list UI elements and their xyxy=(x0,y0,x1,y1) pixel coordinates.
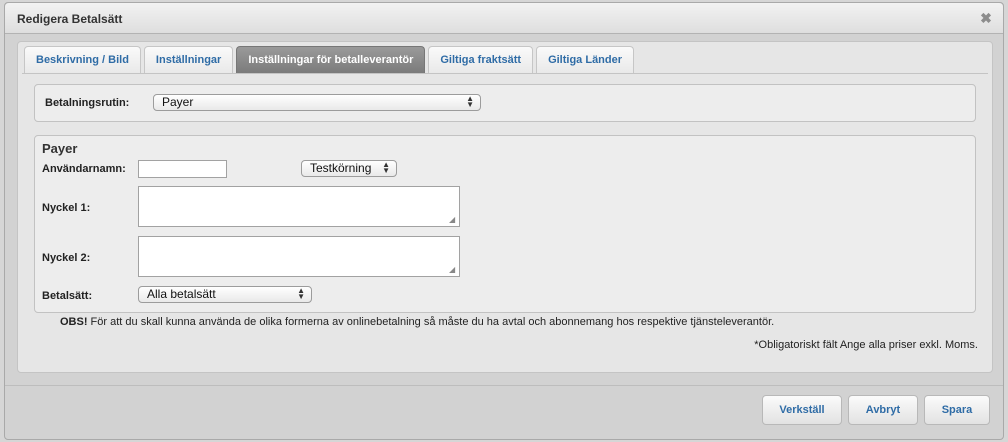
username-input[interactable] xyxy=(138,160,227,178)
dialog-content: Beskrivning / Bild Inställningar Inställ… xyxy=(17,41,993,373)
select-arrows-icon: ▲ ▼ xyxy=(382,160,390,175)
key2-textarea[interactable]: ◢ xyxy=(138,236,460,277)
footer-divider xyxy=(5,385,1003,386)
routine-select[interactable]: Payer ▲ ▼ xyxy=(153,94,481,111)
mode-select[interactable]: Testkörning ▲ ▼ xyxy=(301,160,397,177)
cancel-button[interactable]: Avbryt xyxy=(848,395,918,425)
methods-select-value: Alla betalsätt xyxy=(147,287,216,301)
tab-valid-countries[interactable]: Giltiga Länder xyxy=(536,46,635,73)
select-arrows-icon: ▲ ▼ xyxy=(297,286,305,301)
obs-note: OBS! För att du skall kunna använda de o… xyxy=(60,316,774,328)
obs-text: För att du skall kunna använda de olika … xyxy=(87,316,775,328)
methods-select[interactable]: Alla betalsätt ▲ ▼ xyxy=(138,286,312,303)
key1-textarea[interactable]: ◢ xyxy=(138,186,460,227)
tab-description-image[interactable]: Beskrivning / Bild xyxy=(24,46,141,73)
key2-label: Nyckel 2: xyxy=(42,252,91,264)
resize-grip-icon[interactable]: ◢ xyxy=(449,266,457,274)
tab-divider xyxy=(22,73,988,74)
routine-panel: Betalningsrutin: Payer ▲ ▼ xyxy=(34,84,976,122)
dialog-titlebar: Redigera Betalsätt ✖ xyxy=(5,3,1003,34)
close-icon[interactable]: ✖ xyxy=(979,11,993,25)
section-title: Payer xyxy=(42,141,78,156)
select-arrows-icon: ▲ ▼ xyxy=(466,94,474,109)
username-label: Användarnamn: xyxy=(42,163,126,175)
methods-label: Betalsätt: xyxy=(42,290,93,302)
tab-bar: Beskrivning / Bild Inställningar Inställ… xyxy=(24,46,635,74)
required-note: *Obligatoriskt fält Ange alla priser exk… xyxy=(754,339,978,351)
resize-grip-icon[interactable]: ◢ xyxy=(449,216,457,224)
key1-label: Nyckel 1: xyxy=(42,202,91,214)
routine-select-value: Payer xyxy=(162,95,194,109)
routine-label: Betalningsrutin: xyxy=(45,97,130,109)
tab-provider-settings[interactable]: Inställningar för betalleverantör xyxy=(236,46,426,73)
apply-button[interactable]: Verkställ xyxy=(762,395,842,425)
edit-payment-dialog: Redigera Betalsätt ✖ Beskrivning / Bild … xyxy=(4,2,1004,440)
mode-select-value: Testkörning xyxy=(310,161,372,175)
obs-prefix: OBS! xyxy=(60,316,88,328)
tab-settings[interactable]: Inställningar xyxy=(143,46,234,73)
save-button[interactable]: Spara xyxy=(924,395,990,425)
dialog-title: Redigera Betalsätt xyxy=(17,12,123,26)
tab-valid-shipping[interactable]: Giltiga fraktsätt xyxy=(428,46,534,73)
